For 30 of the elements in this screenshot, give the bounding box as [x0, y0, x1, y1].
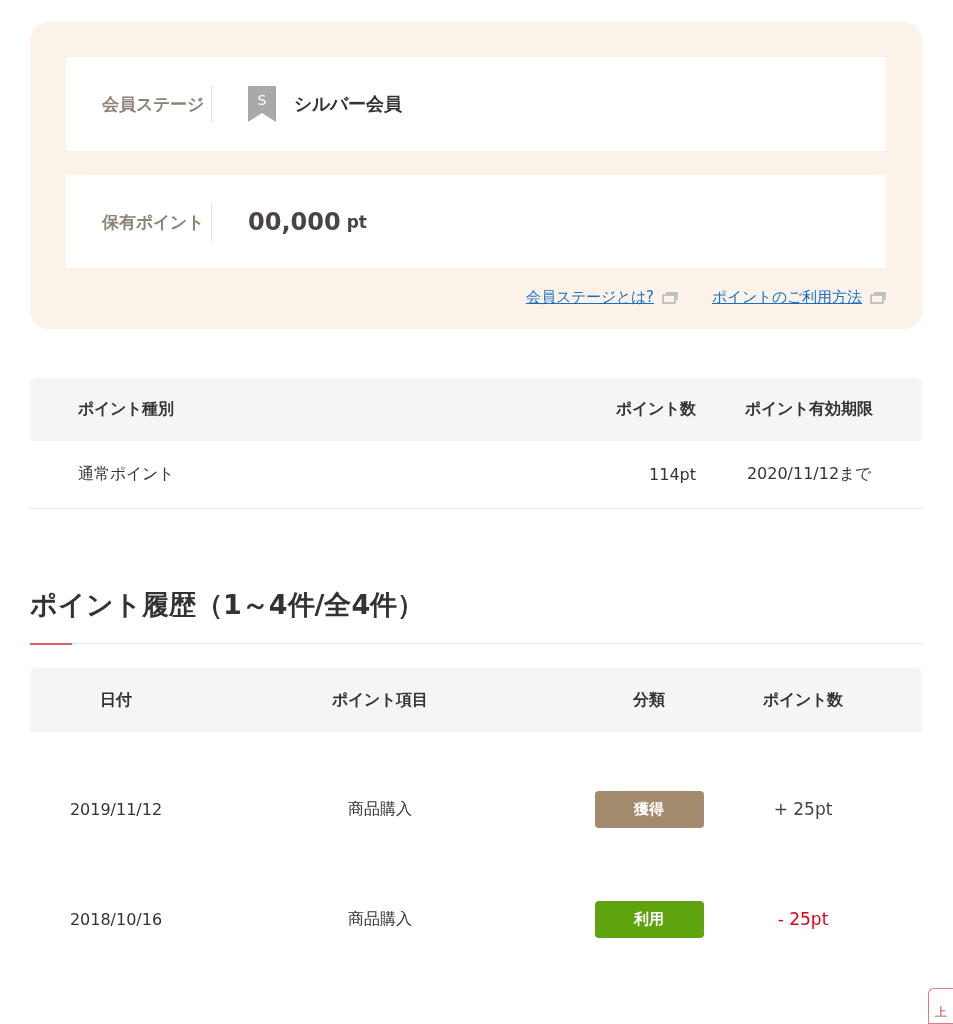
- table-cell-text: 通常ポイント: [78, 464, 175, 485]
- table-cell-text: 2020/11/12まで: [745, 464, 873, 485]
- item-cell-text: 商品購入: [347, 798, 413, 820]
- category-tag: 獲得: [594, 790, 704, 828]
- category-tag: 利用: [594, 900, 704, 938]
- column-header: ポイント有効期限: [744, 399, 874, 420]
- item-cell-text: 商品購入: [347, 908, 413, 930]
- column-header: ポイント数: [615, 399, 696, 420]
- points-value: 00,000: [248, 207, 341, 236]
- points-unit: pt: [346, 211, 367, 232]
- column-header: ポイント項目: [331, 689, 429, 711]
- row-label: 保有ポイント: [66, 202, 212, 241]
- new-window-icon: [870, 291, 886, 304]
- rank-badge-icon: S: [248, 86, 276, 122]
- points-cell-text: + 25pt: [772, 799, 834, 819]
- section-title: ポイント履歴（1～4件/全4件）: [30, 588, 426, 622]
- row-label: 会員ステージ: [66, 85, 212, 123]
- column-header: 分類: [632, 689, 666, 711]
- new-window-icon: [662, 291, 678, 304]
- column-header: 日付: [99, 689, 133, 711]
- help-link[interactable]: ポイントのご利用方法: [712, 288, 862, 307]
- help-link[interactable]: 会員ステージとは?: [526, 288, 654, 307]
- date-cell-text: 2018/10/16: [68, 909, 164, 929]
- date-cell-text: 2019/11/12: [68, 799, 164, 819]
- column-header: ポイント種別: [78, 399, 175, 420]
- points-cell-text: - 25pt: [776, 909, 830, 929]
- stage-name: シルバー会員: [294, 92, 402, 116]
- back-to-top-button[interactable]: 上: [928, 988, 953, 1024]
- column-header: ポイント数: [762, 689, 844, 711]
- table-cell-text: 114pt: [648, 465, 696, 484]
